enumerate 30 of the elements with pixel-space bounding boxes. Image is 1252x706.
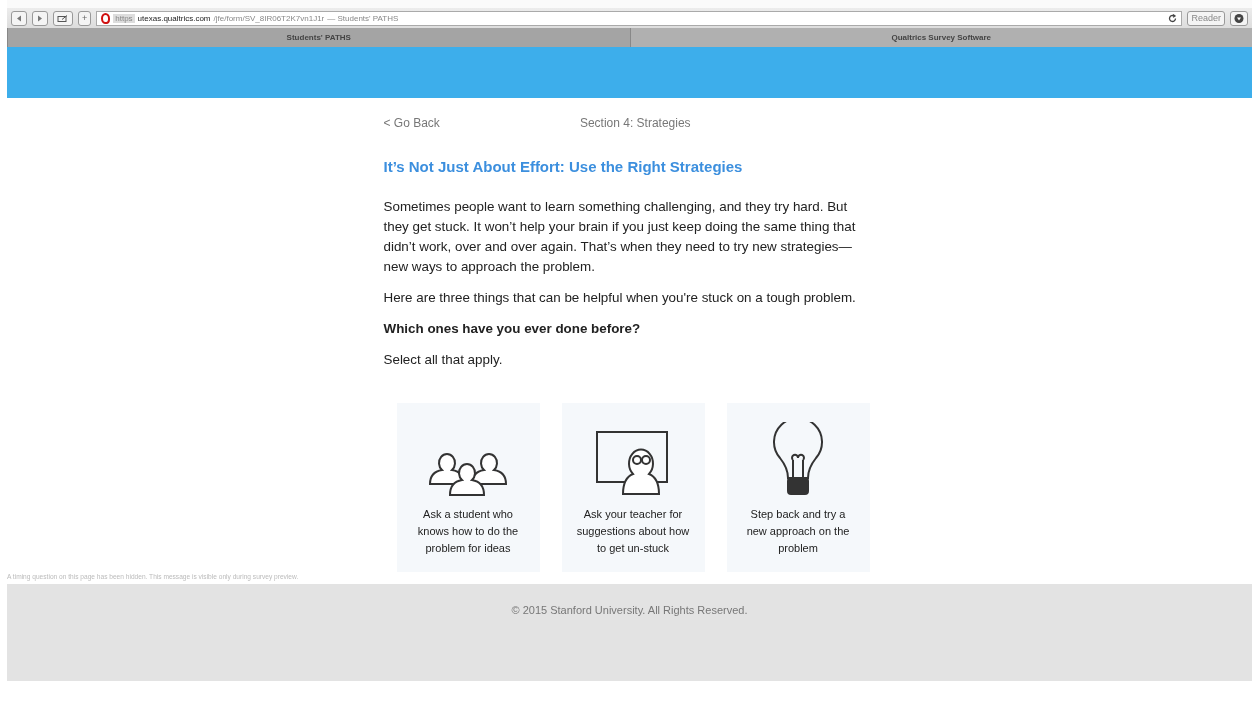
choice-card[interactable]: Step back and try a new approach on the problem <box>726 403 870 572</box>
share-icon[interactable] <box>53 10 73 26</box>
address-field[interactable]: https utexas.qualtrics.com /jfe/form/SV_8IR06T2K7vn1J1r — Students' PATHS <box>96 10 1183 26</box>
choice-card[interactable]: Ask your teacher for suggestions about how to get un-stuck <box>561 403 705 572</box>
back-button[interactable] <box>11 10 27 26</box>
body-paragraph: Here are three things that can be helpful when you're stuck on a tough problem. <box>383 289 857 307</box>
url-path: /jfe/form/SV_8IR06T2K7vn1J1r <box>213 13 325 23</box>
browser-tab[interactable]: Students' PATHS <box>7 28 630 47</box>
download-icon[interactable] <box>1230 10 1248 26</box>
https-badge: https <box>113 13 135 23</box>
forward-button[interactable] <box>32 10 48 26</box>
page-heading: It’s Not Just About Effort: Use the Right Strategies <box>383 158 744 175</box>
reader-button[interactable]: Reader <box>1187 10 1225 26</box>
choice-card[interactable]: Ask a student who knows how to do the problem for ideas <box>396 403 540 572</box>
reload-icon[interactable] <box>1168 13 1178 23</box>
url-host: utexas.qualtrics.com <box>137 13 211 23</box>
choice-label: Ask a student who knows how to do the problem for ideas <box>416 507 520 556</box>
body-paragraph: Select all that apply. <box>383 351 504 369</box>
lightbulb-icon <box>771 422 825 496</box>
browser-tab[interactable]: Qualtrics Survey Software <box>629 28 1252 47</box>
question-text: Which ones have you ever done before? <box>383 320 642 338</box>
choice-label: Ask your teacher for suggestions about how to get un-stuck <box>576 507 690 556</box>
choice-label: Step back and try a new approach on the problem <box>745 507 851 556</box>
body-paragraph: Sometimes people want to learn something challenging, and they try hard. But they get stuck. It won’t help your brain if you just keep doing the same thing that didn’t work, over and over again. That’s when they need to try new strategies—new ways to approach the problem. <box>383 198 857 276</box>
page-title: — Students' PATHS <box>327 13 399 23</box>
q-logo-icon <box>101 12 111 24</box>
go-back-link[interactable]: < Go Back <box>383 116 440 130</box>
copyright-text: © 2015 Stanford University. All Rights Reserved. <box>511 604 748 616</box>
section-title: Section 4: Strategies <box>579 116 691 130</box>
add-bookmark-button[interactable]: + <box>78 10 92 26</box>
